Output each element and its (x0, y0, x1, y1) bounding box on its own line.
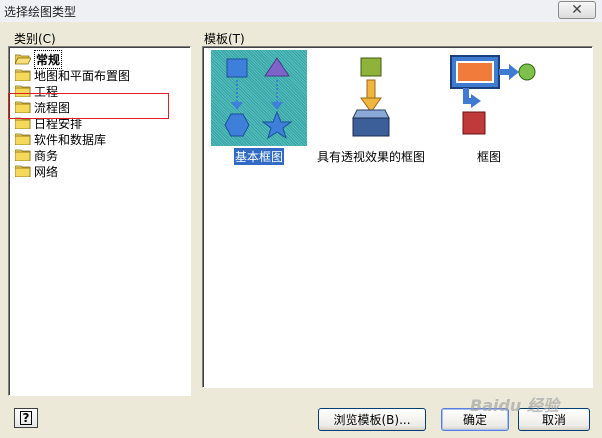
close-icon: ✕ (571, 2, 583, 18)
template-caption: 具有透视效果的框图 (316, 150, 425, 164)
template-caption: 框图 (476, 150, 501, 164)
template-basic-block[interactable]: 基本框图 (209, 50, 309, 165)
template-block[interactable]: 框图 (439, 50, 539, 165)
title-bar: 选择绘图类型 ✕ (0, 0, 602, 23)
category-item-general[interactable]: 常规 (15, 49, 63, 69)
help-icon: ? (19, 411, 33, 425)
highlight-box (8, 93, 169, 119)
category-item-software[interactable]: 软件和数据库 (15, 131, 106, 147)
dialog-body: 类别(C) 常规 地图和平面布置图 工程 流程图 日程安排 软件和数据库 商务 … (0, 22, 602, 438)
window-title: 选择绘图类型 (4, 5, 77, 19)
folder-icon (15, 133, 31, 145)
close-button[interactable]: ✕ (558, 1, 596, 19)
browse-label: 浏览模板(B)... (333, 413, 411, 427)
folder-open-icon (15, 53, 31, 65)
folder-icon (15, 165, 31, 177)
folder-icon (15, 69, 31, 81)
templates-label: 模板(T) (204, 32, 245, 46)
category-label: 地图和平面布置图 (34, 68, 131, 83)
folder-icon (15, 149, 31, 161)
category-item-business[interactable]: 商务 (15, 147, 58, 163)
template-caption: 基本框图 (233, 148, 284, 165)
categories-label: 类别(C) (14, 32, 56, 46)
help-button[interactable]: ? (14, 408, 38, 428)
category-item-network[interactable]: 网络 (15, 163, 58, 179)
3d-block-diagram-icon (323, 50, 419, 146)
template-3d-block[interactable]: 具有透视效果的框图 (311, 50, 431, 165)
category-label: 网络 (34, 164, 59, 179)
watermark: Baidu 经验 (470, 396, 559, 415)
category-item-maps[interactable]: 地图和平面布置图 (15, 67, 130, 83)
block-diagram-icon (441, 50, 537, 146)
template-list[interactable]: 基本框图 具有透视效果的框图 框图 (202, 46, 593, 388)
browse-templates-button[interactable]: 浏览模板(B)... (318, 408, 426, 431)
category-label: 商务 (34, 148, 59, 163)
category-label: 软件和数据库 (34, 132, 107, 147)
basic-block-diagram-icon (211, 50, 307, 146)
